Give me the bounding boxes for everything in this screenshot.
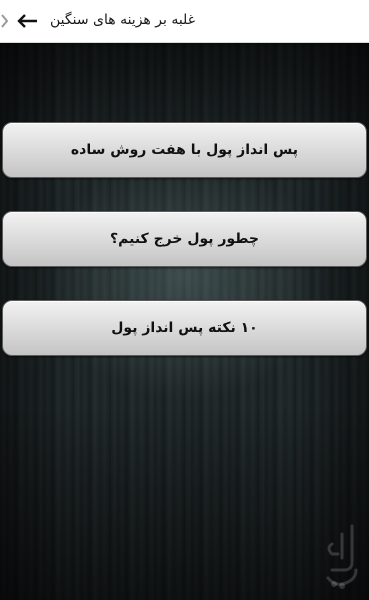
app-bar: غلبه بر هزینه های سنگین [0,0,369,43]
page-title: غلبه بر هزینه های سنگین [50,12,196,28]
chevron-right-icon [1,14,9,28]
menu-button-label: پس انداز پول با هفت روش ساده [70,142,299,158]
menu-button-how-to-spend[interactable]: چطور پول خرج کنیم؟ [2,211,367,267]
back-button[interactable] [14,9,40,33]
menu-button-save-money-seven-ways[interactable]: پس انداز پول با هفت روش ساده [2,122,367,178]
menu-button-ten-tips[interactable]: ۱۰ نکته پس انداز پول [2,300,367,356]
menu-button-label: چطور پول خرج کنیم؟ [110,231,259,247]
menu-button-label: ۱۰ نکته پس انداز پول [111,320,258,336]
arrow-left-icon [17,14,37,28]
bazaar-logo-icon [326,524,358,589]
